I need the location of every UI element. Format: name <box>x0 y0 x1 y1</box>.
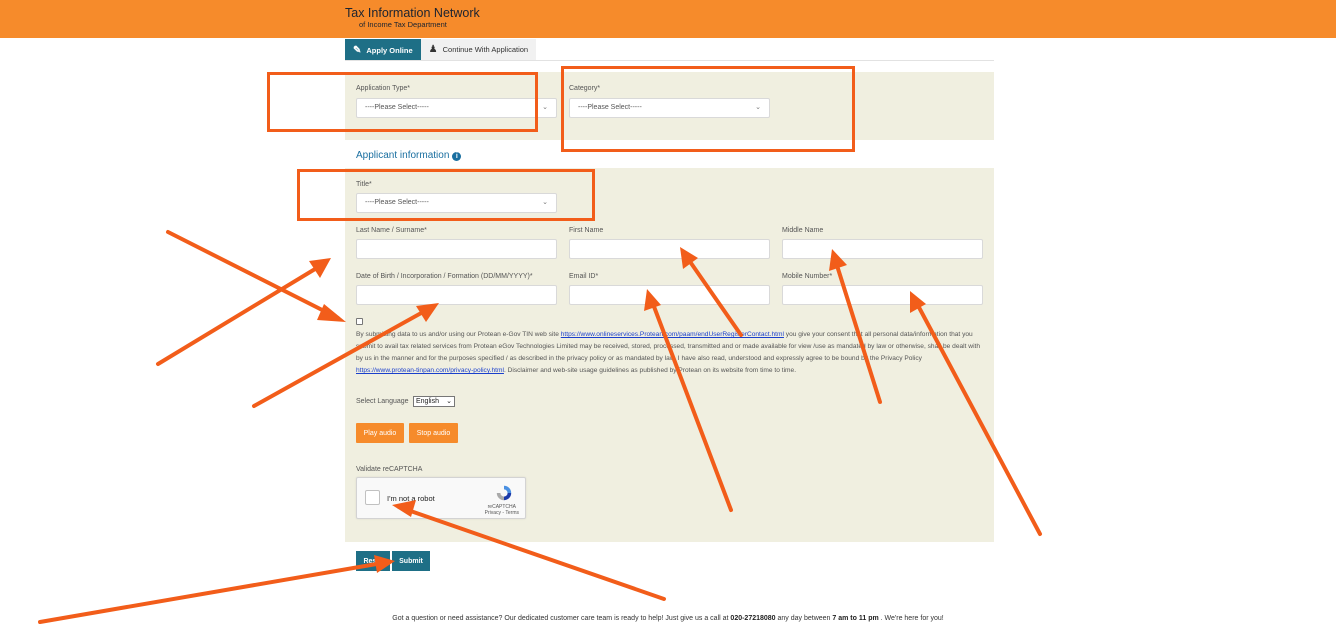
recaptcha-logo-icon <box>496 485 512 501</box>
language-select[interactable]: English ⌄ <box>413 396 455 407</box>
tab-apply-online-label: Apply Online <box>366 45 413 55</box>
first-name-input[interactable] <box>569 239 770 259</box>
consent-text-part: By submitting data to us and/or using ou… <box>356 331 561 338</box>
consent-checkbox[interactable] <box>356 318 363 325</box>
footer-text: Got a question or need assistance? Our d… <box>392 615 731 622</box>
stop-audio-button[interactable]: Stop audio <box>409 423 458 443</box>
top-header-bar: Tax Information Network of Income Tax De… <box>0 0 1336 38</box>
site-title: Tax Information Network <box>345 6 480 20</box>
submit-button[interactable]: Submit <box>392 551 430 571</box>
support-footer: Got a question or need assistance? Our d… <box>0 615 1336 622</box>
email-input[interactable] <box>569 285 770 305</box>
language-value: English <box>416 398 439 405</box>
recaptcha-links[interactable]: Privacy - Terms <box>485 510 519 516</box>
arrow-annotation <box>166 230 346 322</box>
footer-text: . We're here for you! <box>878 615 944 622</box>
tab-continue-application[interactable]: ♟ Continue With Application <box>420 39 537 61</box>
dob-input[interactable] <box>356 285 557 305</box>
site-brand[interactable]: Tax Information Network of Income Tax De… <box>345 6 480 30</box>
mobile-label: Mobile Number* <box>782 273 833 280</box>
info-icon[interactable]: i <box>452 152 462 161</box>
dob-label: Date of Birth / Incorporation / Formatio… <box>356 273 533 280</box>
arrow-annotation <box>38 555 395 624</box>
privacy-policy-link[interactable]: https://www.protean-tinpan.com/privacy-p… <box>356 367 504 374</box>
consent-text: By submitting data to us and/or using ou… <box>356 329 982 377</box>
tab-continue-application-label: Continue With Application <box>442 45 529 54</box>
tab-divider <box>345 60 994 61</box>
highlight-box-title <box>297 169 595 221</box>
arrow-annotation <box>156 258 331 366</box>
captcha-label: Validate reCAPTCHA <box>356 466 423 473</box>
recaptcha-widget: I'm not a robot reCAPTCHA Privacy - Term… <box>356 477 526 519</box>
consent-text-part: . Disclaimer and web-site usage guidelin… <box>503 367 797 374</box>
reset-button[interactable]: Reset <box>356 551 390 571</box>
first-name-label: First Name <box>569 227 604 234</box>
chevron-down-icon: ⌄ <box>446 398 452 405</box>
play-audio-button[interactable]: Play audio <box>356 423 404 443</box>
highlight-box-application-type <box>267 72 538 132</box>
mobile-input[interactable] <box>782 285 983 305</box>
tab-apply-online[interactable]: ✎ Apply Online <box>345 39 421 61</box>
recaptcha-brand: reCAPTCHA Privacy - Terms <box>485 504 519 516</box>
users-icon: ♟ <box>428 44 438 55</box>
recaptcha-text: I'm not a robot <box>387 494 435 503</box>
applicant-information-heading: Applicant information i <box>356 150 462 161</box>
register-contact-link[interactable]: https://www.onlineservices.Protean.com/p… <box>561 331 784 338</box>
support-hours: 7 am to 11 pm <box>832 615 879 622</box>
user-edit-icon: ✎ <box>353 44 362 56</box>
highlight-box-category <box>561 66 855 152</box>
middle-name-input[interactable] <box>782 239 983 259</box>
applicant-information-title: Applicant information <box>356 150 450 161</box>
chevron-down-icon: ⌄ <box>542 104 548 111</box>
last-name-input[interactable] <box>356 239 557 259</box>
support-phone: 020-27218080 <box>730 615 776 622</box>
last-name-label: Last Name / Surname* <box>356 227 427 234</box>
recaptcha-checkbox[interactable] <box>365 490 380 505</box>
site-subtitle: of Income Tax Department <box>359 20 447 29</box>
email-label: Email ID* <box>569 273 599 280</box>
middle-name-label: Middle Name <box>782 227 824 234</box>
footer-text: any day between <box>775 615 833 622</box>
select-language-label: Select Language <box>356 398 409 405</box>
form-tabs: ✎ Apply Online ♟ Continue With Applicati… <box>345 39 537 61</box>
